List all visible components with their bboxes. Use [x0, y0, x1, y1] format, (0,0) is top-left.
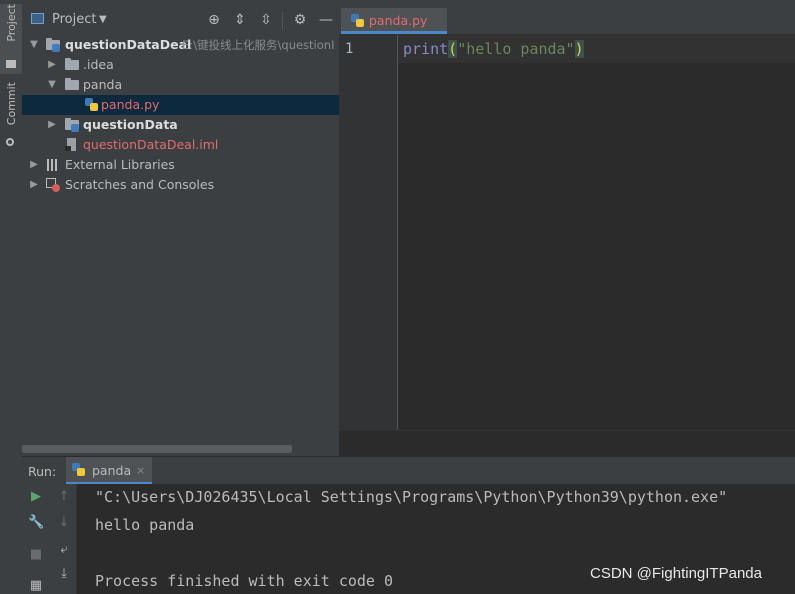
commit-icon	[6, 138, 14, 146]
collapse-all-icon[interactable]: ⇳	[258, 12, 274, 28]
tool-tab-commit[interactable]: Commit	[0, 82, 22, 152]
python-run-icon	[72, 463, 86, 477]
run-toolbar: ▶ 🔧 ■ ▦ ↑ ↓ ⤶ ⤓	[22, 484, 76, 594]
scroll-to-end-icon[interactable]: ⤓	[56, 566, 72, 582]
folder-icon	[65, 58, 79, 72]
console-line: Process finished with exit code 0	[95, 572, 394, 590]
editor-bottom-area	[339, 430, 795, 457]
tool-window-strip: Project Commit	[0, 0, 23, 594]
folder-icon	[65, 78, 79, 92]
gear-icon[interactable]: ⚙	[292, 12, 308, 28]
stop-icon[interactable]: ■	[28, 547, 44, 563]
chevron-down-icon[interactable]: ▼	[99, 14, 107, 25]
minimize-icon[interactable]: —	[318, 12, 334, 28]
libraries-icon	[46, 158, 60, 172]
rerun-icon[interactable]: ▶	[28, 489, 44, 505]
wrench-icon[interactable]: 🔧	[28, 515, 44, 531]
tree-item-label: questionDataDeal.iml	[83, 137, 219, 152]
run-tab-label: panda	[92, 463, 132, 478]
line-number: 1	[345, 41, 354, 57]
chevron-down-icon[interactable]: ▼	[28, 35, 40, 55]
line-gutter: 1	[339, 35, 398, 430]
chevron-right-icon[interactable]: ▶	[46, 55, 58, 75]
code-function: print	[403, 40, 449, 58]
tree-item-panda[interactable]: ▼ panda	[22, 75, 339, 95]
expand-all-icon[interactable]: ⇕	[232, 12, 248, 28]
code-line[interactable]: print("hello panda")	[403, 40, 584, 58]
run-label: Run:	[28, 464, 57, 479]
tree-item-idea[interactable]: ▶ .idea	[22, 55, 339, 75]
tree-item-panda-py[interactable]: panda.py	[22, 95, 339, 115]
tree-item-project-root[interactable]: ▼ questionDataDeal E:\键投线上化服务\questionI	[22, 35, 339, 55]
project-folder-icon	[46, 38, 60, 52]
console-line: "C:\Users\DJ026435\Local Settings\Progra…	[95, 488, 728, 506]
project-path: E:\键投线上化服务\questionI	[182, 38, 335, 52]
tool-tab-commit-label: Commit	[5, 82, 18, 126]
project-header: Project ▼ ⊕ ⇕ ⇳ ⚙ —	[22, 0, 339, 33]
chevron-right-icon[interactable]: ▶	[28, 155, 40, 175]
module-folder-icon	[65, 118, 79, 132]
tree-item-label: panda.py	[101, 97, 160, 112]
tool-tab-project-label: Project	[5, 4, 18, 42]
editor-tab-panda-py[interactable]: panda.py	[341, 8, 447, 34]
folder-icon	[6, 60, 16, 68]
arrow-up-icon[interactable]: ↑	[56, 489, 72, 505]
header-divider	[282, 12, 283, 29]
project-view-icon	[31, 13, 44, 24]
soft-wrap-icon[interactable]: ⤶	[56, 542, 72, 558]
locate-icon[interactable]: ⊕	[206, 12, 222, 28]
tree-item-questiondata[interactable]: ▶ questionData	[22, 115, 339, 135]
tree-item-label: Scratches and Consoles	[65, 177, 215, 192]
tree-item-external-libraries[interactable]: ▶ External Libraries	[22, 155, 339, 175]
horizontal-scrollbar[interactable]	[22, 445, 292, 453]
console-line: hello panda	[95, 516, 195, 534]
code-paren-open: (	[448, 40, 458, 58]
tree-item-scratches[interactable]: ▶ Scratches and Consoles	[22, 175, 339, 195]
project-title[interactable]: Project	[52, 12, 96, 27]
watermark: CSDN @FightingITPanda	[590, 565, 762, 582]
chevron-down-icon[interactable]: ▼	[46, 75, 58, 95]
project-panel: Project ▼ ⊕ ⇕ ⇳ ⚙ — ▼ questionDataDeal E…	[22, 0, 339, 456]
iml-file-icon	[65, 138, 79, 152]
tree-item-label: questionData	[83, 117, 178, 132]
tree-item-label: panda	[83, 77, 123, 92]
layout-icon[interactable]: ▦	[28, 578, 44, 594]
close-icon[interactable]: ×	[136, 464, 145, 477]
editor-tab-bar: panda.py	[339, 0, 795, 35]
code-string: "hello panda"	[457, 40, 575, 58]
editor-tab-label: panda.py	[369, 13, 428, 28]
tree-item-label: questionDataDeal	[65, 37, 192, 52]
python-file-icon	[85, 98, 99, 112]
run-header: Run: panda ×	[22, 456, 795, 485]
chevron-right-icon[interactable]: ▶	[46, 115, 58, 135]
chevron-right-icon[interactable]: ▶	[28, 175, 40, 195]
tool-tab-project[interactable]: Project	[0, 4, 22, 74]
scratches-icon	[46, 178, 60, 192]
arrow-down-icon[interactable]: ↓	[56, 515, 72, 531]
tree-item-label: External Libraries	[65, 157, 175, 172]
run-tab-panda[interactable]: panda ×	[66, 457, 152, 485]
tree-item-iml[interactable]: questionDataDeal.iml	[22, 135, 339, 155]
code-paren-close: )	[574, 40, 584, 58]
tree-item-label: .idea	[83, 57, 114, 72]
code-editor[interactable]: 1 print("hello panda")	[339, 35, 795, 430]
python-file-icon	[351, 14, 365, 28]
